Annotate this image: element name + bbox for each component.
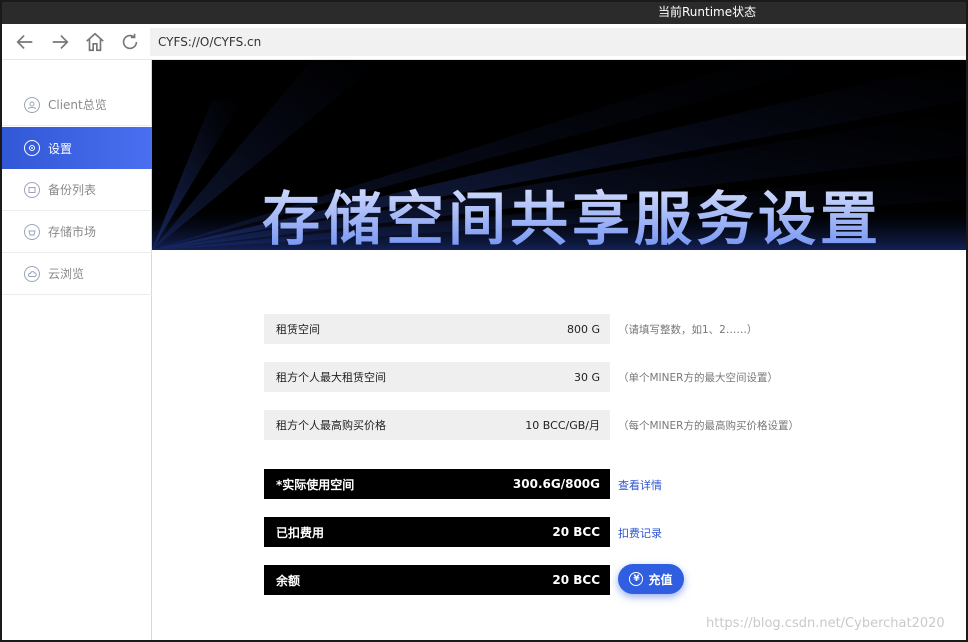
sidebar-item-settings[interactable]: 设置 — [2, 127, 158, 169]
rent-space-field[interactable]: 租赁空间 800 G — [264, 314, 610, 344]
max-rent-space-hint: （单个MINER方的最大空间设置） — [618, 372, 778, 384]
used-space-row: *实际使用空间 300.6G/800G — [264, 469, 610, 499]
sidebar: Client总览 设置 备份列表 存储市场 云浏览 — [2, 60, 158, 640]
max-price-label: 租方个人最高购买价格 — [276, 419, 386, 432]
max-rent-space-field[interactable]: 租方个人最大租赁空间 30 G — [264, 362, 610, 392]
forward-button[interactable] — [47, 30, 73, 54]
cloud-browse-icon — [24, 265, 40, 282]
sidebar-item-label: 存储市场 — [48, 225, 97, 239]
max-price-hint: （每个MINER方的最高购买价格设置） — [618, 420, 799, 432]
settings-icon — [24, 140, 40, 156]
runtime-bar: 当前Runtime状态 — [2, 2, 966, 24]
watermark: https://blog.csdn.net/Cyberchat2020 — [706, 616, 945, 631]
balance-value: 20 BCC — [552, 573, 600, 587]
deducted-fee-row: 已扣费用 20 BCC — [264, 517, 610, 547]
recharge-label: 充值 — [648, 572, 673, 587]
balance-row: 余额 20 BCC — [264, 565, 610, 595]
sidebar-item-client-overview[interactable]: Client总览 — [2, 84, 152, 126]
browser-nav-bar: CYFS://O/CYFS.cn — [2, 24, 966, 60]
max-price-field[interactable]: 租方个人最高购买价格 10 BCC/GB/月 — [264, 410, 610, 440]
sidebar-item-label: 设置 — [48, 141, 73, 156]
rent-space-hint: （请填写整数，如1、2……） — [618, 324, 758, 336]
back-button[interactable] — [12, 30, 38, 54]
deduction-records-link[interactable]: 扣费记录 — [618, 525, 662, 541]
sidebar-item-backup-list[interactable]: 备份列表 — [2, 169, 152, 211]
max-rent-space-label: 租方个人最大租赁空间 — [276, 371, 386, 384]
banner-title: 存储空间共享服务设置 — [262, 184, 882, 250]
used-space-value: 300.6G/800G — [512, 477, 600, 491]
address-bar[interactable]: CYFS://O/CYFS.cn — [150, 28, 966, 56]
home-icon — [86, 32, 104, 52]
arrow-left-icon — [16, 34, 33, 50]
rent-space-value[interactable]: 800 G — [567, 323, 600, 336]
refresh-icon — [122, 33, 138, 50]
max-rent-space-value[interactable]: 30 G — [574, 371, 600, 384]
sidebar-item-label: 云浏览 — [48, 267, 85, 281]
recharge-button[interactable]: ¥ 充值 — [618, 564, 684, 594]
sidebar-item-cloud-browse[interactable]: 云浏览 — [2, 253, 152, 295]
max-price-value[interactable]: 10 BCC/GB/月 — [525, 417, 600, 433]
yuan-icon: ¥ — [629, 572, 644, 586]
view-details-link[interactable]: 查看详情 — [618, 477, 662, 493]
rent-space-label: 租赁空间 — [276, 323, 320, 336]
banner: 存储空间共享服务设置 — [152, 60, 966, 250]
client-overview-icon — [24, 96, 40, 113]
balance-label: 余额 — [276, 573, 301, 588]
refresh-button[interactable] — [117, 30, 143, 54]
market-icon — [24, 223, 40, 240]
deducted-fee-label: 已扣费用 — [276, 525, 325, 540]
used-space-label: *实际使用空间 — [276, 477, 355, 492]
sidebar-item-label: Client总览 — [48, 98, 107, 112]
backup-icon — [24, 181, 40, 198]
deducted-fee-value: 20 BCC — [552, 525, 600, 539]
window-frame: 当前Runtime状态 CYFS://O/CYFS.cn Client总览 设置… — [0, 0, 968, 642]
arrow-right-icon — [52, 34, 69, 50]
runtime-title[interactable]: 当前Runtime状态 — [658, 4, 756, 20]
home-button[interactable] — [82, 30, 108, 54]
sidebar-item-label: 备份列表 — [48, 183, 97, 197]
sidebar-item-storage-market[interactable]: 存储市场 — [2, 211, 152, 253]
